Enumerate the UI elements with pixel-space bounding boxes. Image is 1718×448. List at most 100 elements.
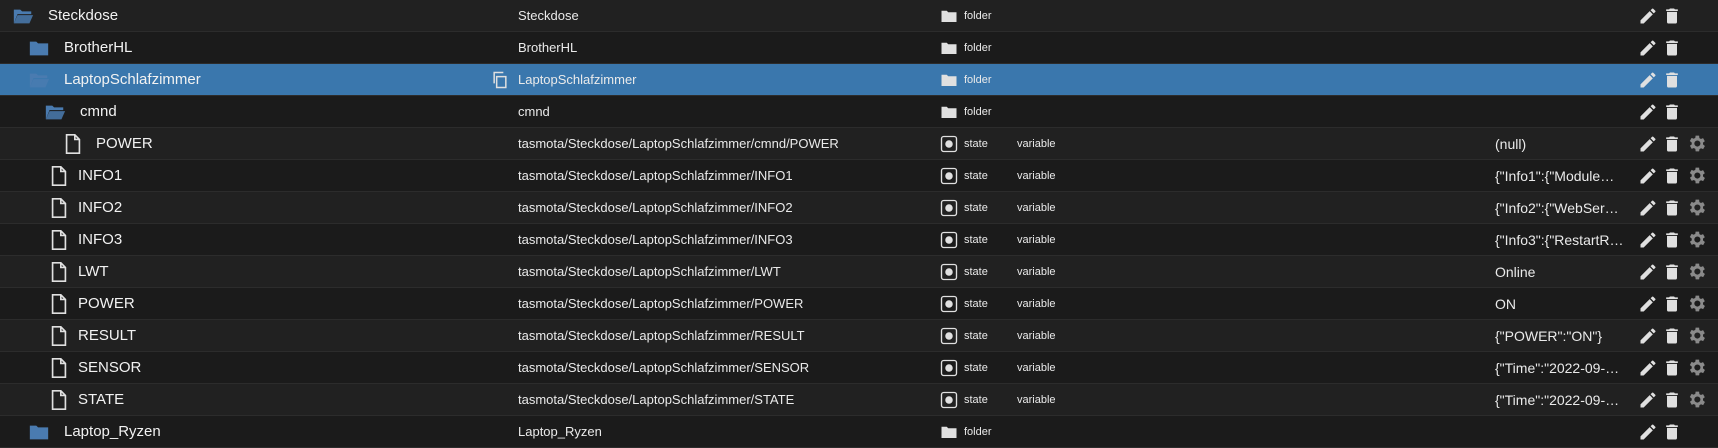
delete-icon[interactable] (1662, 38, 1682, 58)
object-value[interactable]: (null) (1495, 128, 1635, 159)
tree-row[interactable]: Laptop_Ryzen Laptop_Ryzen folder (0, 416, 1718, 448)
object-type: folder (964, 425, 992, 438)
settings-icon[interactable] (1686, 325, 1707, 346)
object-id: tasmota/Steckdose/LaptopSchlafzimmer/POW… (518, 296, 804, 311)
settings-icon[interactable] (1686, 389, 1707, 410)
object-name: BrotherHL (64, 39, 133, 56)
tree-row[interactable]: cmnd cmnd folder (0, 96, 1718, 128)
type-cell: folder (940, 416, 1080, 447)
object-type: state (964, 233, 988, 246)
folder-open-icon[interactable] (12, 5, 34, 27)
folder-type-icon (941, 42, 957, 54)
edit-icon[interactable] (1638, 358, 1658, 378)
tree-row[interactable]: BrotherHL BrotherHL folder (0, 32, 1718, 64)
settings-icon[interactable] (1686, 197, 1707, 218)
file-icon (51, 294, 67, 314)
delete-icon[interactable] (1662, 166, 1682, 186)
tree-row[interactable]: POWER tasmota/Steckdose/LaptopSchlafzimme… (0, 128, 1718, 160)
edit-icon[interactable] (1638, 390, 1658, 410)
settings-icon[interactable] (1686, 293, 1707, 314)
object-value[interactable]: ON (1495, 288, 1635, 319)
state-type-icon (940, 327, 958, 344)
settings-icon[interactable] (1686, 165, 1707, 186)
object-type: folder (964, 9, 992, 22)
tree-row[interactable]: INFO2 tasmota/Steckdose/LaptopSchlafzimme… (0, 192, 1718, 224)
delete-icon[interactable] (1662, 262, 1682, 282)
file-icon (65, 134, 81, 154)
delete-icon[interactable] (1662, 326, 1682, 346)
copy-icon[interactable] (490, 70, 510, 90)
object-value[interactable]: {"Time":"2022-09-… (1495, 384, 1635, 415)
tree-row[interactable]: LWT tasmota/Steckdose/LaptopSchlafzimmer/… (0, 256, 1718, 288)
object-role: variable (1017, 393, 1056, 406)
object-role: variable (1017, 233, 1056, 246)
state-type-icon (940, 231, 958, 248)
object-role: variable (1017, 329, 1056, 342)
object-id: tasmota/Steckdose/LaptopSchlafzimmer/INF… (518, 200, 793, 215)
folder-icon[interactable] (28, 421, 50, 443)
object-name: cmnd (80, 103, 117, 120)
delete-icon[interactable] (1662, 294, 1682, 314)
folder-type-icon (941, 426, 957, 438)
folder-open-icon[interactable] (28, 69, 50, 91)
object-role: variable (1017, 201, 1056, 214)
edit-icon[interactable] (1638, 230, 1658, 250)
edit-icon[interactable] (1638, 262, 1658, 282)
edit-icon[interactable] (1638, 326, 1658, 346)
delete-icon[interactable] (1662, 6, 1682, 26)
object-value[interactable]: {"Info3":{"RestartR… (1495, 224, 1635, 255)
settings-icon[interactable] (1686, 357, 1707, 378)
object-value[interactable]: {"Info1":{"Module… (1495, 160, 1635, 191)
delete-icon[interactable] (1662, 422, 1682, 442)
tree-row[interactable]: POWER tasmota/Steckdose/LaptopSchlafzimme… (0, 288, 1718, 320)
delete-icon[interactable] (1662, 390, 1682, 410)
edit-icon[interactable] (1638, 102, 1658, 122)
object-id: tasmota/Steckdose/LaptopSchlafzimmer/STA… (518, 392, 795, 407)
delete-icon[interactable] (1662, 358, 1682, 378)
type-cell: folder (940, 64, 1080, 95)
settings-icon[interactable] (1686, 229, 1707, 250)
object-name: POWER (78, 295, 135, 312)
object-name: SENSOR (78, 359, 142, 376)
state-type-icon (940, 359, 958, 376)
tree-row[interactable]: LaptopSchlafzimmer LaptopSchlafzimmer fold… (0, 64, 1718, 96)
folder-icon[interactable] (28, 37, 50, 59)
folder-type-icon (941, 10, 957, 22)
edit-icon[interactable] (1638, 134, 1658, 154)
object-id: Laptop_Ryzen (518, 424, 602, 439)
tree-row[interactable]: Steckdose Steckdose folder (0, 0, 1718, 32)
object-role: variable (1017, 137, 1056, 150)
settings-icon[interactable] (1686, 261, 1707, 282)
object-name: RESULT (78, 327, 137, 344)
folder-open-icon[interactable] (44, 101, 66, 123)
settings-icon[interactable] (1686, 133, 1707, 154)
tree-row[interactable]: RESULT tasmota/Steckdose/LaptopSchlafzimm… (0, 320, 1718, 352)
delete-icon[interactable] (1662, 70, 1682, 90)
tree-row[interactable]: INFO3 tasmota/Steckdose/LaptopSchlafzimme… (0, 224, 1718, 256)
object-value[interactable]: {"Info2":{"WebSer… (1495, 192, 1635, 223)
delete-icon[interactable] (1662, 198, 1682, 218)
object-value[interactable]: {"Time":"2022-09-… (1495, 352, 1635, 383)
state-type-icon (940, 391, 958, 408)
object-value[interactable]: {"POWER":"ON"} (1495, 320, 1635, 351)
delete-icon[interactable] (1662, 134, 1682, 154)
tree-row[interactable]: INFO1 tasmota/Steckdose/LaptopSchlafzimme… (0, 160, 1718, 192)
object-type: state (964, 329, 988, 342)
delete-icon[interactable] (1662, 230, 1682, 250)
file-icon (51, 326, 67, 346)
object-id: tasmota/Steckdose/LaptopSchlafzimmer/RES… (518, 328, 805, 343)
object-type: state (964, 169, 988, 182)
object-name: INFO3 (78, 231, 123, 248)
edit-icon[interactable] (1638, 70, 1658, 90)
tree-row[interactable]: STATE tasmota/Steckdose/LaptopSchlafzimme… (0, 384, 1718, 416)
edit-icon[interactable] (1638, 294, 1658, 314)
edit-icon[interactable] (1638, 198, 1658, 218)
object-name: Steckdose (48, 7, 119, 24)
tree-row[interactable]: SENSOR tasmota/Steckdose/LaptopSchlafzimm… (0, 352, 1718, 384)
delete-icon[interactable] (1662, 102, 1682, 122)
edit-icon[interactable] (1638, 38, 1658, 58)
edit-icon[interactable] (1638, 166, 1658, 186)
object-value[interactable]: Online (1495, 256, 1635, 287)
edit-icon[interactable] (1638, 6, 1658, 26)
edit-icon[interactable] (1638, 422, 1658, 442)
